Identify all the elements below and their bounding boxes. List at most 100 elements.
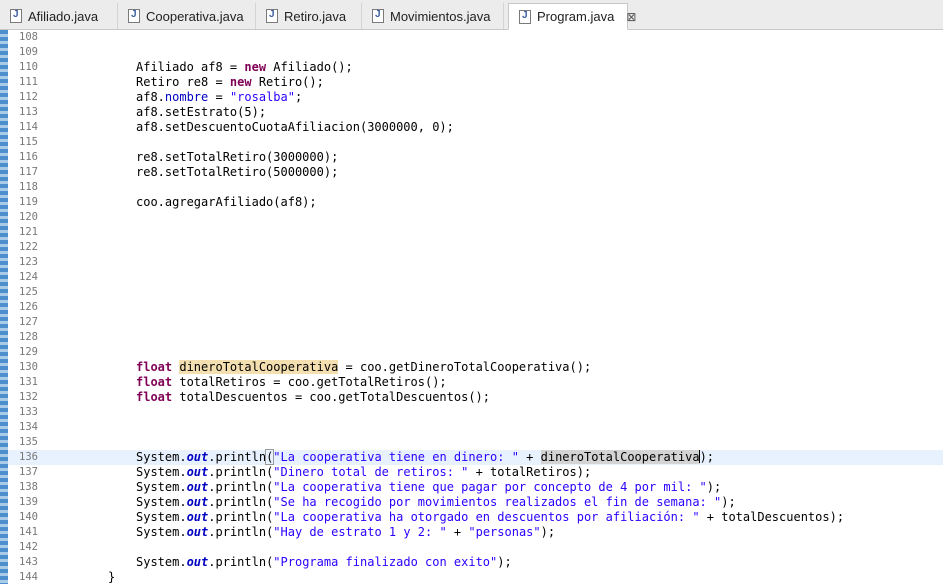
code-line[interactable]: 117 re8.setTotalRetiro(5000000);	[8, 165, 943, 180]
line-number: 132	[19, 391, 38, 403]
code-line[interactable]: 120	[8, 210, 943, 225]
code-text: System.out.println("Programa finalizado …	[136, 555, 512, 569]
line-number: 109	[19, 46, 38, 58]
line-number: 124	[19, 271, 38, 283]
line-number: 141	[19, 526, 38, 538]
code-text: float totalRetiros = coo.getTotalRetiros…	[136, 375, 447, 389]
line-number: 142	[19, 541, 38, 553]
line-number: 117	[19, 166, 38, 178]
java-file-icon	[519, 9, 531, 24]
code-line[interactable]: 142	[8, 540, 943, 555]
line-number: 139	[19, 496, 38, 508]
code-text: af8.setDescuentoCuotaAfiliacion(3000000,…	[136, 120, 454, 134]
close-tab-icon[interactable]: ⊠	[626, 10, 636, 24]
tab-afiliado[interactable]: Afiliado.java	[0, 3, 118, 29]
code-text: float dineroTotalCooperativa = coo.getDi…	[136, 360, 592, 374]
line-number: 144	[19, 571, 38, 583]
code-line[interactable]: 139 System.out.println("Se ha recogido po…	[8, 495, 943, 510]
tab-label: Movimientos.java	[390, 8, 491, 24]
code-line[interactable]: 138 System.out.println("La cooperativa ti…	[8, 480, 943, 495]
line-number: 135	[19, 436, 38, 448]
line-number: 140	[19, 511, 38, 523]
code-line[interactable]: 140 System.out.println("La cooperativa ha…	[8, 510, 943, 525]
tab-movimientos[interactable]: Movimientos.java	[362, 3, 504, 29]
editor-ruler	[0, 30, 8, 584]
tab-program[interactable]: Program.java ⊠	[508, 3, 636, 30]
line-number: 126	[19, 301, 38, 313]
tab-retiro[interactable]: Retiro.java	[256, 3, 362, 29]
line-number: 123	[19, 256, 38, 268]
code-text: coo.agregarAfiliado(af8);	[136, 195, 317, 209]
code-line[interactable]: 128	[8, 330, 943, 345]
code-line[interactable]: 129	[8, 345, 943, 360]
code-line[interactable]: 112 af8.nombre = "rosalba";	[8, 90, 943, 105]
line-number: 143	[19, 556, 38, 568]
code-line[interactable]: 110 Afiliado af8 = new Afiliado();	[8, 60, 943, 75]
code-text: System.out.println("Se ha recogido por m…	[136, 495, 736, 509]
line-number: 111	[19, 76, 38, 88]
code-line[interactable]: 130 float dineroTotalCooperativa = coo.ge…	[8, 360, 943, 375]
code-text: float totalDescuentos = coo.getTotalDesc…	[136, 390, 491, 404]
line-number: 130	[19, 361, 38, 373]
code-line[interactable]: 118	[8, 180, 943, 195]
java-file-icon	[266, 9, 278, 23]
code-line[interactable]: 114 af8.setDescuentoCuotaAfiliacion(30000…	[8, 120, 943, 135]
code-line[interactable]: 134	[8, 420, 943, 435]
code-text: System.out.println("Dinero total de reti…	[136, 465, 592, 479]
code-text: Afiliado af8 = new Afiliado();	[136, 60, 353, 74]
java-file-icon	[372, 9, 384, 23]
line-number: 113	[19, 106, 38, 118]
code-line[interactable]: 131 float totalRetiros = coo.getTotalReti…	[8, 375, 943, 390]
code-line[interactable]: 143 System.out.println("Programa finaliza…	[8, 555, 943, 570]
line-number: 115	[19, 136, 38, 148]
code-text: }	[108, 570, 116, 584]
code-text: re8.setTotalRetiro(3000000);	[136, 150, 339, 164]
code-text: System.out.println("La cooperativa tiene…	[136, 449, 715, 465]
code-line[interactable]: 122	[8, 240, 943, 255]
line-number: 128	[19, 331, 38, 343]
line-number: 120	[19, 211, 38, 223]
code-line[interactable]: 141 System.out.println("Hay de estrato 1 …	[8, 525, 943, 540]
code-line[interactable]: 127	[8, 315, 943, 330]
code-text: System.out.println("La cooperativa ha ot…	[136, 510, 845, 524]
code-line[interactable]: 113 af8.setEstrato(5);	[8, 105, 943, 120]
code-line[interactable]: 111 Retiro re8 = new Retiro();	[8, 75, 943, 90]
code-line[interactable]: 125	[8, 285, 943, 300]
line-number: 110	[19, 61, 38, 73]
code-line[interactable]: 121	[8, 225, 943, 240]
tab-cooperativa[interactable]: Cooperativa.java	[118, 3, 256, 29]
code-line[interactable]: 135	[8, 435, 943, 450]
code-text: Retiro re8 = new Retiro();	[136, 75, 324, 89]
code-text: af8.setEstrato(5);	[136, 105, 267, 119]
line-number: 131	[19, 376, 38, 388]
code-line[interactable]: 123	[8, 255, 943, 270]
code-text: re8.setTotalRetiro(5000000);	[136, 165, 339, 179]
line-number: 129	[19, 346, 38, 358]
tab-label: Afiliado.java	[28, 8, 99, 24]
line-number: 112	[19, 91, 38, 103]
code-line[interactable]: 109	[8, 45, 943, 60]
code-editor[interactable]: 108 109 110 Afiliado af8 = new Afiliado(); 1…	[0, 30, 943, 584]
code-line[interactable]: 119 coo.agregarAfiliado(af8);	[8, 195, 943, 210]
text-caret	[699, 450, 701, 463]
line-number: 134	[19, 421, 38, 433]
tab-label: Cooperativa.java	[146, 8, 244, 24]
java-file-icon	[10, 9, 22, 23]
code-line[interactable]: 124	[8, 270, 943, 285]
line-number: 118	[19, 181, 38, 193]
code-line[interactable]: 115	[8, 135, 943, 150]
code-text: af8.nombre = "rosalba";	[136, 90, 303, 104]
line-number: 136	[19, 451, 38, 463]
line-number: 122	[19, 241, 38, 253]
code-line[interactable]: 137 System.out.println("Dinero total de r…	[8, 465, 943, 480]
code-line[interactable]: 116 re8.setTotalRetiro(3000000);	[8, 150, 943, 165]
line-number: 121	[19, 226, 38, 238]
code-line[interactable]: 108	[8, 30, 943, 45]
code-line[interactable]: 144}	[8, 570, 943, 585]
line-number: 137	[19, 466, 38, 478]
code-line[interactable]: 126	[8, 300, 943, 315]
code-line[interactable]: 133	[8, 405, 943, 420]
line-number: 114	[19, 121, 38, 133]
code-line[interactable]: 136 System.out.println("La cooperativa ti…	[8, 449, 943, 465]
code-line[interactable]: 132 float totalDescuentos = coo.getTotalD…	[8, 390, 943, 405]
